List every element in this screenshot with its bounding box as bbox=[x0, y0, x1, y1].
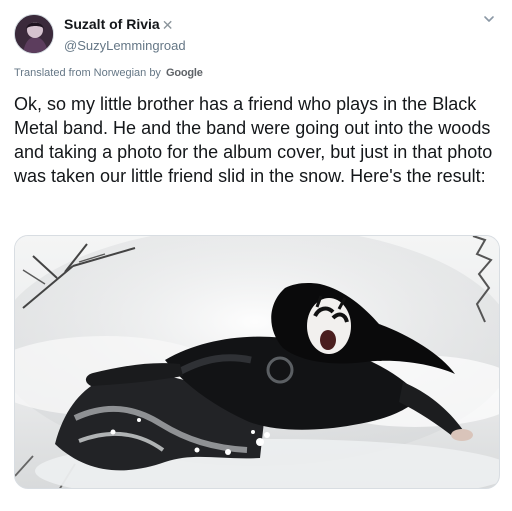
tweet-text: Ok, so my little brother has a friend wh… bbox=[14, 94, 493, 186]
translation-label: Translated from Norwegian by bbox=[14, 67, 161, 79]
author-info: Suzalt of Rivia ✕ @SuzyLemmingroad bbox=[64, 16, 186, 53]
avatar[interactable] bbox=[14, 14, 54, 54]
translation-notice: Translated from Norwegian by Google bbox=[14, 67, 203, 79]
chevron-down-icon[interactable] bbox=[482, 12, 496, 26]
avatar-icon bbox=[15, 15, 53, 53]
tweet-photo[interactable] bbox=[14, 235, 500, 489]
tweet-header: Suzalt of Rivia ✕ @SuzyLemmingroad bbox=[14, 10, 498, 58]
tweet-card[interactable]: Suzalt of Rivia ✕ @SuzyLemmingroad Transl… bbox=[0, 0, 512, 511]
crossed-swords-icon: ✕ bbox=[161, 17, 174, 33]
google-logo[interactable]: Google bbox=[166, 67, 203, 79]
display-name[interactable]: Suzalt of Rivia bbox=[64, 16, 160, 32]
username-handle[interactable]: @SuzyLemmingroad bbox=[64, 38, 186, 53]
photo-image bbox=[15, 236, 499, 488]
